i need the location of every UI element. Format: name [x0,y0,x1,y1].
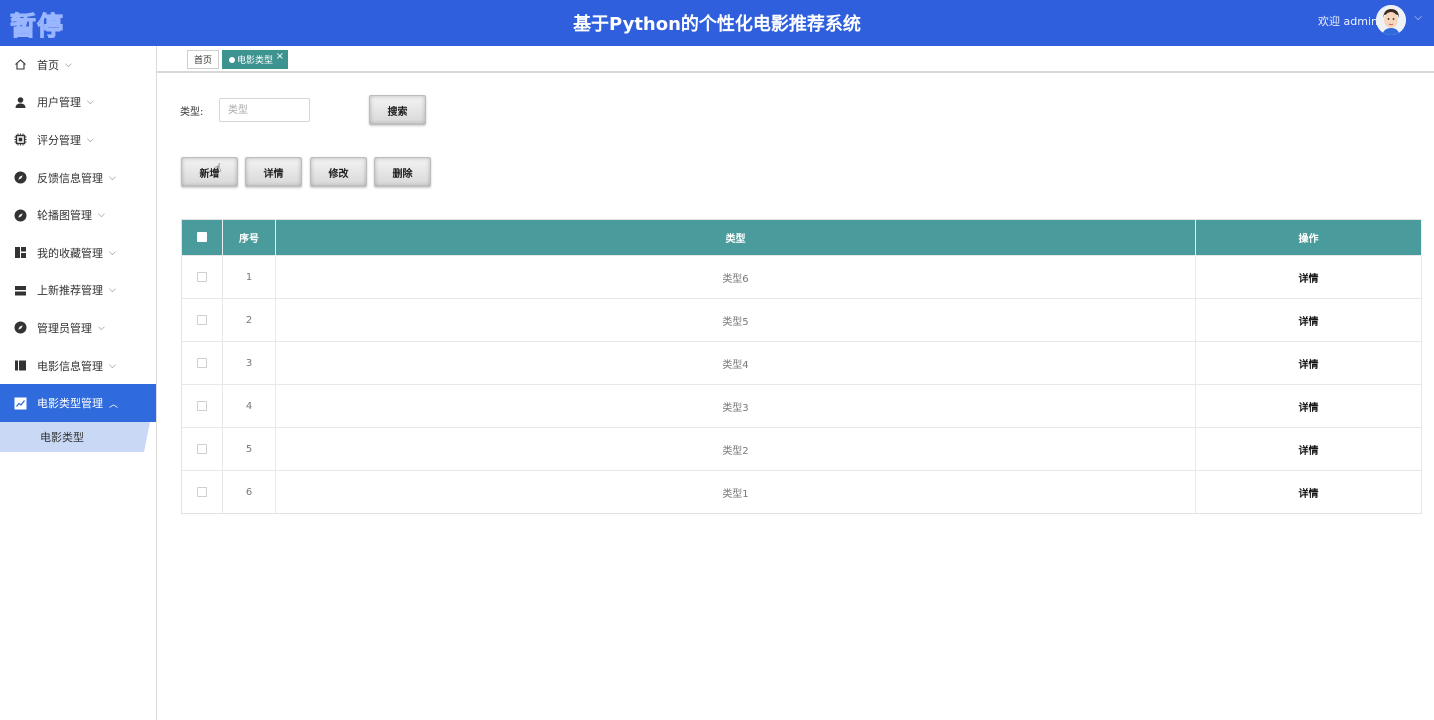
row-checkbox[interactable] [197,400,207,411]
row-type: 类型4 [275,341,1196,385]
chevron-down-icon: ⌵ [65,59,72,70]
column-header-type: 类型 [275,219,1196,256]
table-row: 4 类型3 详情 [181,384,1422,428]
active-dot-icon [229,56,235,63]
chevron-down-icon: ⌵ [109,285,116,296]
sidebar-item-label: 上新推荐管理 [37,284,103,298]
row-detail-link[interactable]: 详情 [1195,384,1422,428]
table-row: 5 类型2 详情 [181,427,1422,471]
sidebar-item-label: 用户管理 [37,96,81,110]
sidebar-item-label: 评分管理 [37,133,81,147]
compass-icon [14,321,27,334]
edit-button[interactable]: 修改 [310,157,367,187]
movie-type-table: 序号 类型 操作 1 类型6 详情 2 类型5 详情 3 类型4 详情 4 类型… [181,219,1422,514]
chevron-down-icon: ⌵ [109,360,116,371]
home-icon [14,58,27,71]
sidebar-item-movie-info-management[interactable]: 电影信息管理 ⌵ [0,347,156,385]
sidebar-item-feedback-management[interactable]: 反馈信息管理 ⌵ [0,159,156,197]
sidebar-item-new-recommend-management[interactable]: 上新推荐管理 ⌵ [0,272,156,310]
app-header: 暂停 基于Python的个性化电影推荐系统 欢迎 admin ⌵ [0,0,1434,46]
row-index: 1 [222,255,276,299]
search-input[interactable] [219,98,310,122]
row-checkbox[interactable] [197,271,207,282]
list-icon [14,284,27,297]
chip-icon [14,133,27,146]
row-type: 类型3 [275,384,1196,428]
row-type: 类型5 [275,298,1196,342]
sidebar-subitem-movie-type[interactable]: 电影类型 [0,421,150,452]
row-index: 6 [222,470,276,514]
tab-movie-type[interactable]: 电影类型 × [222,50,289,69]
search-label: 类型: [180,107,204,118]
sidebar-item-home[interactable]: 首页 ⌵ [0,46,156,84]
close-icon[interactable]: × [276,51,284,62]
row-index: 2 [222,298,276,342]
tab-label: 电影类型 [237,56,274,66]
table-row: 2 类型5 详情 [181,298,1422,342]
sidebar-item-label: 首页 [37,58,59,72]
table-row: 6 类型1 详情 [181,470,1422,514]
sidebar-item-label: 轮播图管理 [37,209,92,223]
chevron-up-icon: ︿ [109,399,119,410]
dashboard-icon [14,246,27,259]
chart-icon [14,397,27,410]
row-index: 5 [222,427,276,471]
chevron-down-icon: ⌵ [87,97,94,108]
sidebar-item-label: 电影类型管理 [37,397,103,411]
search-button[interactable]: 搜索 [369,95,426,125]
sidebar: 首页 ⌵ 用户管理 ⌵ 评分管理 ⌵ 反馈信息管理 ⌵ 轮播图管理 ⌵ 我的收藏… [0,46,157,720]
table-row: 1 类型6 详情 [181,255,1422,299]
chevron-down-icon: ⌵ [109,247,116,258]
tab-home[interactable]: 首页 [187,50,220,69]
sidebar-item-label: 反馈信息管理 [37,171,103,185]
sidebar-item-rating-management[interactable]: 评分管理 ⌵ [0,121,156,159]
row-type: 类型1 [275,470,1196,514]
row-checkbox[interactable] [197,314,207,325]
row-index: 3 [222,341,276,385]
table-header-row: 序号 类型 操作 [181,219,1422,256]
detail-button[interactable]: 详情 [245,157,302,187]
avatar[interactable] [1376,5,1406,35]
row-type: 类型2 [275,427,1196,471]
user-icon [14,96,27,109]
app-title: 基于Python的个性化电影推荐系统 [573,14,861,35]
row-type: 类型6 [275,255,1196,299]
hand-cursor-icon: ☝ [214,161,222,175]
compass-icon [14,209,27,222]
select-all-cell [181,219,223,256]
chevron-down-icon: ⌵ [87,134,94,145]
tab-bar: 首页 电影类型 × [157,46,1434,73]
column-header-action: 操作 [1195,219,1422,256]
columns-icon [14,359,27,372]
add-button[interactable]: 新增 [181,157,238,187]
select-all-checkbox[interactable] [197,232,207,242]
row-detail-link[interactable]: 详情 [1195,427,1422,471]
column-header-index: 序号 [222,219,276,256]
row-checkbox[interactable] [197,443,207,454]
row-index: 4 [222,384,276,428]
table-row: 3 类型4 详情 [181,341,1422,385]
sidebar-item-label: 管理员管理 [37,321,92,335]
row-detail-link[interactable]: 详情 [1195,341,1422,385]
chevron-down-icon: ⌵ [98,210,105,221]
sidebar-item-carousel-management[interactable]: 轮播图管理 ⌵ [0,196,156,234]
sidebar-item-favorites-management[interactable]: 我的收藏管理 ⌵ [0,234,156,272]
row-detail-link[interactable]: 详情 [1195,298,1422,342]
welcome-text: 欢迎 admin [1318,15,1378,28]
delete-button[interactable]: 删除 [374,157,431,187]
row-detail-link[interactable]: 详情 [1195,255,1422,299]
compass-icon [14,171,27,184]
chevron-down-icon: ⌵ [109,172,116,183]
sidebar-item-movie-type-management[interactable]: 电影类型管理 ︿ [0,384,156,422]
sidebar-item-admin-management[interactable]: 管理员管理 ⌵ [0,309,156,347]
row-detail-link[interactable]: 详情 [1195,470,1422,514]
sidebar-item-label: 电影信息管理 [37,359,103,373]
row-checkbox[interactable] [197,357,207,368]
avatar-icon [1376,5,1406,35]
sidebar-item-label: 我的收藏管理 [37,246,103,260]
row-checkbox[interactable] [197,486,207,497]
chevron-down-icon[interactable]: ⌵ [1414,12,1422,23]
chevron-down-icon: ⌵ [98,322,105,333]
sidebar-item-user-management[interactable]: 用户管理 ⌵ [0,84,156,122]
